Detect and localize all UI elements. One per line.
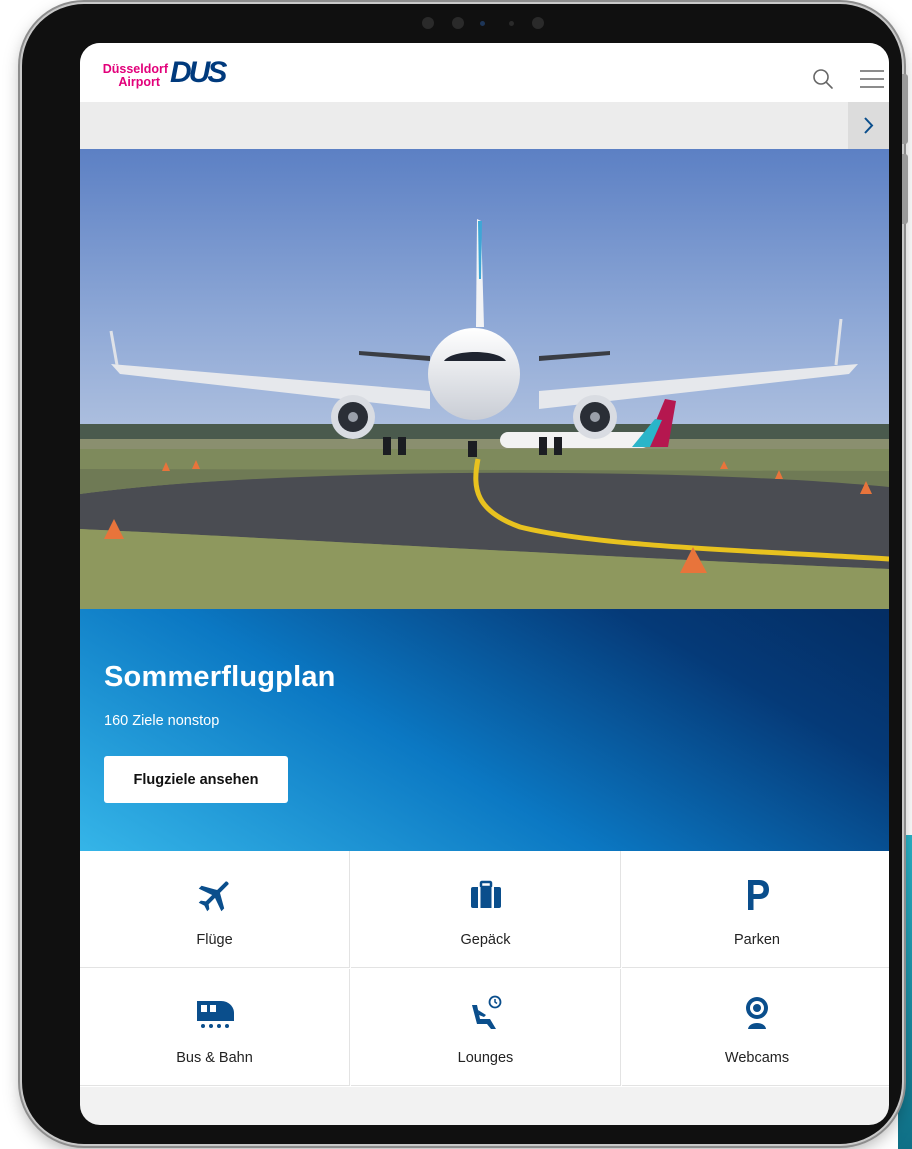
tile-lounges[interactable]: Lounges <box>351 969 621 1086</box>
chevron-right-icon <box>864 117 874 134</box>
tile-bus-train[interactable]: Bus & Bahn <box>80 969 350 1086</box>
tile-label: Lounges <box>457 1050 514 1066</box>
train-icon <box>196 1001 234 1028</box>
logo-word: Airport <box>118 75 160 89</box>
tablet-frame: Düsseldorf Airport DUS Sommerflugplan 16… <box>22 4 908 1144</box>
sensor-dot <box>532 17 544 29</box>
tile-label: Flüge <box>196 932 233 948</box>
search-button[interactable] <box>811 67 835 91</box>
promo-title: Sommerflugplan <box>104 661 336 693</box>
suitcase-icon <box>470 880 501 908</box>
tile-label: Gepäck <box>460 932 511 948</box>
announcement-bar <box>80 102 889 149</box>
logo-code: DUS <box>170 56 227 89</box>
sensor-dot <box>480 21 485 26</box>
tile-parking[interactable]: Parken <box>622 851 889 968</box>
quick-links-grid: Flüge Gepäck Parken Bus & Bahn Lounges W… <box>80 851 889 1087</box>
next-button[interactable] <box>848 102 889 149</box>
tile-label: Bus & Bahn <box>176 1050 253 1066</box>
hamburger-menu-icon <box>860 70 884 88</box>
parking-icon <box>748 880 769 910</box>
site-header: Düsseldorf Airport DUS <box>80 43 889 102</box>
sensor-dot <box>509 21 514 26</box>
volume-button <box>902 74 908 144</box>
hero-image[interactable] <box>80 149 889 609</box>
volume-button <box>902 154 908 224</box>
screen: Düsseldorf Airport DUS Sommerflugplan 16… <box>80 43 889 1125</box>
promo-banner: Sommerflugplan 160 Ziele nonstop Flugzie… <box>80 609 889 851</box>
tile-baggage[interactable]: Gepäck <box>351 851 621 968</box>
webcam-icon <box>746 997 768 1029</box>
tile-webcams[interactable]: Webcams <box>622 969 889 1086</box>
tile-label: Webcams <box>724 1050 790 1066</box>
view-destinations-button[interactable]: Flugziele ansehen <box>104 756 288 803</box>
logo-wordmark: Düsseldorf Airport <box>94 63 168 89</box>
lounge-seat-icon <box>471 995 501 1029</box>
menu-button[interactable] <box>859 69 885 91</box>
tile-flights[interactable]: Flüge <box>80 851 350 968</box>
promo-subtitle: 160 Ziele nonstop <box>104 713 220 729</box>
sensor-dot <box>422 17 434 29</box>
camera-bar <box>417 12 547 34</box>
search-icon <box>813 69 833 89</box>
tile-label: Parken <box>734 932 780 948</box>
airplane-icon <box>198 881 229 912</box>
camera-lens <box>452 17 464 29</box>
